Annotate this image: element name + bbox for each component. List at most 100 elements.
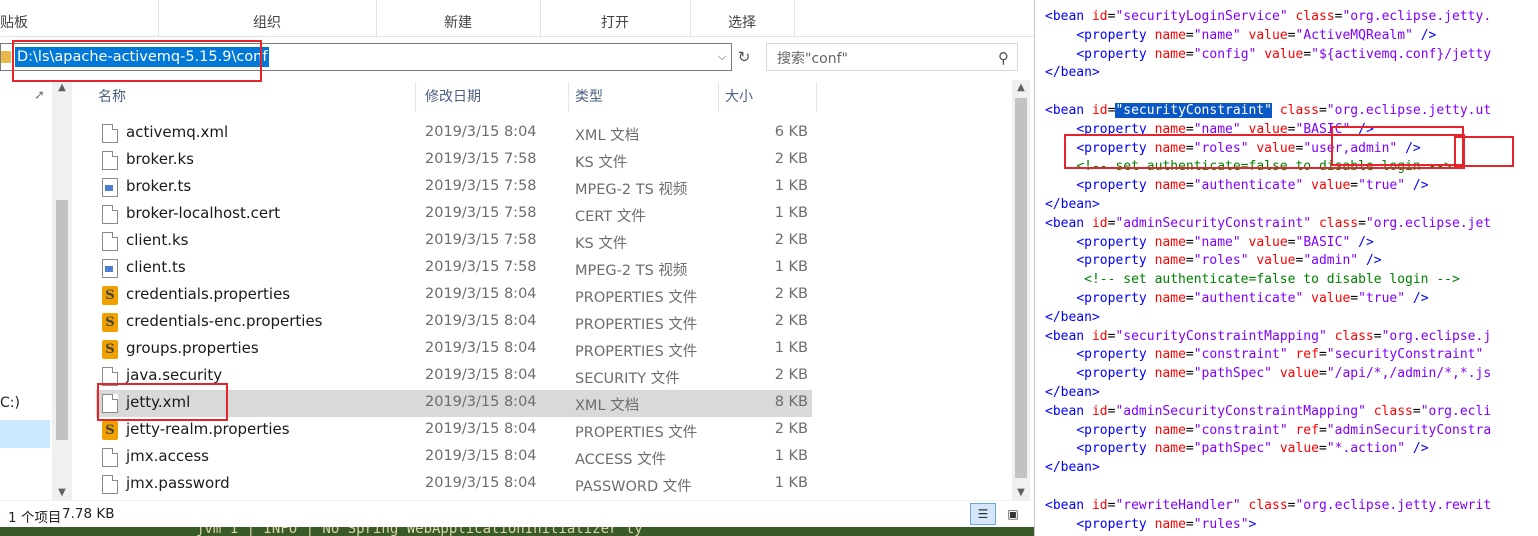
chevron-down-icon[interactable]: ⌵ [715,48,729,66]
code-token: class [1318,215,1359,231]
code-token: <bean [1045,497,1092,513]
code-line[interactable]: </bean> [1045,308,1100,327]
code-token: value [1256,253,1296,269]
pin-icon[interactable]: ➚ [34,88,45,103]
code-token: "${activemq.conf}/jetty [1311,46,1492,62]
column-header-name[interactable]: 名称 [92,82,416,112]
code-line[interactable]: <property name="name" value="BASIC" /> [1045,233,1373,252]
code-line[interactable]: </bean> [1045,383,1100,402]
annotation-box-roles-value [1331,126,1464,166]
file-row[interactable]: client.ts 2019/3/15 7:58 MPEG-2 TS 视频 1 KB [96,255,812,282]
large-icons-view-icon[interactable]: ▣ [1000,503,1026,525]
file-row[interactable]: activemq.xml 2019/3/15 8:04 XML 文档 6 KB [96,120,812,147]
scroll-up-icon[interactable]: ▲ [1012,82,1030,93]
code-line[interactable]: <property name="pathSpec" value="/api/*,… [1045,364,1491,383]
file-row[interactable]: jmx.access 2019/3/15 8:04 ACCESS 文件 1 KB [96,444,812,471]
code-token: "adminSecurityConstraint" [1115,215,1312,231]
file-size: 2 KB [774,232,808,248]
file-row[interactable]: Scredentials-enc.properties 2019/3/15 8:0… [96,309,812,336]
column-header-size[interactable]: 大小 [719,82,817,112]
code-line[interactable]: <!-- set authenticate=false to disable l… [1045,270,1460,289]
scrollbar-thumb[interactable] [56,200,68,440]
code-line[interactable]: <bean id = "securityConstraintMapping" cla… [1045,327,1491,346]
code-line[interactable]: <property name="roles" value="admin" /> [1045,251,1381,270]
ribbon-group-select[interactable]: 选择 [690,0,795,36]
ribbon-group-organize[interactable]: 组织 [158,0,377,36]
code-line[interactable]: <property name="config" value="${activem… [1045,45,1491,64]
code-line[interactable]: <bean id="rewriteHandler" class="org.ecl… [1045,496,1491,515]
code-line[interactable]: </bean> [1045,458,1100,477]
column-header-date[interactable]: 修改日期 [419,82,569,112]
code-line[interactable]: <bean id = "adminSecurityConstraint" class… [1045,214,1491,233]
code-line[interactable]: <property name="constraint" ref="adminSe… [1045,421,1491,440]
nav-item-drive[interactable]: C:) [0,395,20,411]
details-view-icon[interactable]: ☰ [970,503,996,525]
scrollbar-thumb[interactable] [1015,98,1027,478]
code-token: value [1311,291,1351,306]
code-line[interactable]: <property name="rules"> [1045,515,1256,534]
code-token: = [1358,215,1366,231]
file-date: 2019/3/15 7:58 [425,151,537,167]
file-row[interactable]: client.ks 2019/3/15 7:58 KS 文件 2 KB [96,228,812,255]
search-icon[interactable]: ⚲ [998,49,1009,67]
code-line[interactable]: <bean id = "adminSecurityConstraintMapping… [1045,402,1491,421]
file-size: 1 KB [774,259,808,275]
code-line[interactable]: <bean id="securityLoginService" class="o… [1045,7,1491,26]
code-line[interactable]: </bean> [1045,63,1100,82]
code-token: <bean [1045,403,1092,419]
code-token: = [1185,291,1194,306]
column-header-type[interactable]: 类型 [569,82,719,112]
file-list-scrollbar[interactable]: ▲ ▼ [1012,80,1030,500]
xml-editor[interactable]: <bean id="securityLoginService" class="o… [1035,0,1538,536]
code-token: id [1091,328,1108,344]
nav-scrollbar[interactable]: ▲ ▼ [52,80,72,500]
code-token: value [1264,46,1304,62]
code-line[interactable]: </bean> [1045,195,1100,214]
ribbon-group-open[interactable]: 打开 [540,0,691,36]
ribbon-label-organize: 组织 [253,15,281,31]
code-line[interactable]: <property name="authenticate" value="tru… [1045,289,1428,308]
file-type: XML 文档 [575,398,640,414]
code-token: "name" [1193,234,1241,250]
file-row[interactable]: jmx.password 2019/3/15 8:04 PASSWORD 文件 1 K… [96,471,812,498]
code-token: value [1248,234,1288,250]
file-date: 2019/3/15 8:04 [425,448,537,464]
file-row[interactable]: broker.ts 2019/3/15 7:58 MPEG-2 TS 视频 1 KB [96,174,812,201]
scroll-down-icon[interactable]: ▼ [1012,487,1030,498]
code-token: <bean [1045,103,1092,118]
code-line[interactable]: <property name="authenticate" value="tru… [1045,176,1428,195]
ribbon-group-new[interactable]: 新建 [376,0,541,36]
refresh-icon[interactable]: ↻ [734,46,754,68]
code-token: "org.eclipse.jetty. [1342,9,1492,24]
code-token: class [1248,497,1288,513]
file-row[interactable]: Sjetty-realm.properties 2019/3/15 8:04 PRO… [96,417,812,444]
file-row[interactable]: Sgroups.properties 2019/3/15 8:04 PROPERTI… [96,336,812,363]
search-input[interactable]: 搜索"conf" ⚲ [766,43,1018,71]
code-line[interactable]: <property name="name" value="ActiveMQRea… [1045,26,1436,45]
scroll-down-icon[interactable]: ▼ [52,487,72,498]
file-row[interactable]: broker-localhost.cert 2019/3/15 7:58 CERT … [96,201,812,228]
file-row[interactable]: Scredentials.properties 2019/3/15 8:04 PRO… [96,282,812,309]
code-line[interactable]: <property name="pathSpec" value="*.actio… [1045,439,1428,458]
file-row[interactable]: broker.ks 2019/3/15 7:58 KS 文件 2 KB [96,147,812,174]
code-token: class [1373,403,1413,419]
nav-item-selected[interactable] [0,420,50,448]
file-name: activemq.xml [126,123,229,141]
code-line[interactable]: <bean id="securityConstraint" class="org… [1045,101,1491,120]
file-type: PASSWORD 文件 [575,479,692,495]
code-line[interactable]: <property name="constraint" ref="securit… [1045,345,1483,364]
scroll-up-icon[interactable]: ▲ [52,82,72,93]
file-name: jmx.access [126,447,209,465]
code-token: "authenticate" [1193,291,1304,306]
status-item-count: 1 个项目 [8,510,62,526]
ribbon-group-clipboard[interactable]: 贴板 [0,0,159,36]
code-token: <property [1076,347,1155,363]
